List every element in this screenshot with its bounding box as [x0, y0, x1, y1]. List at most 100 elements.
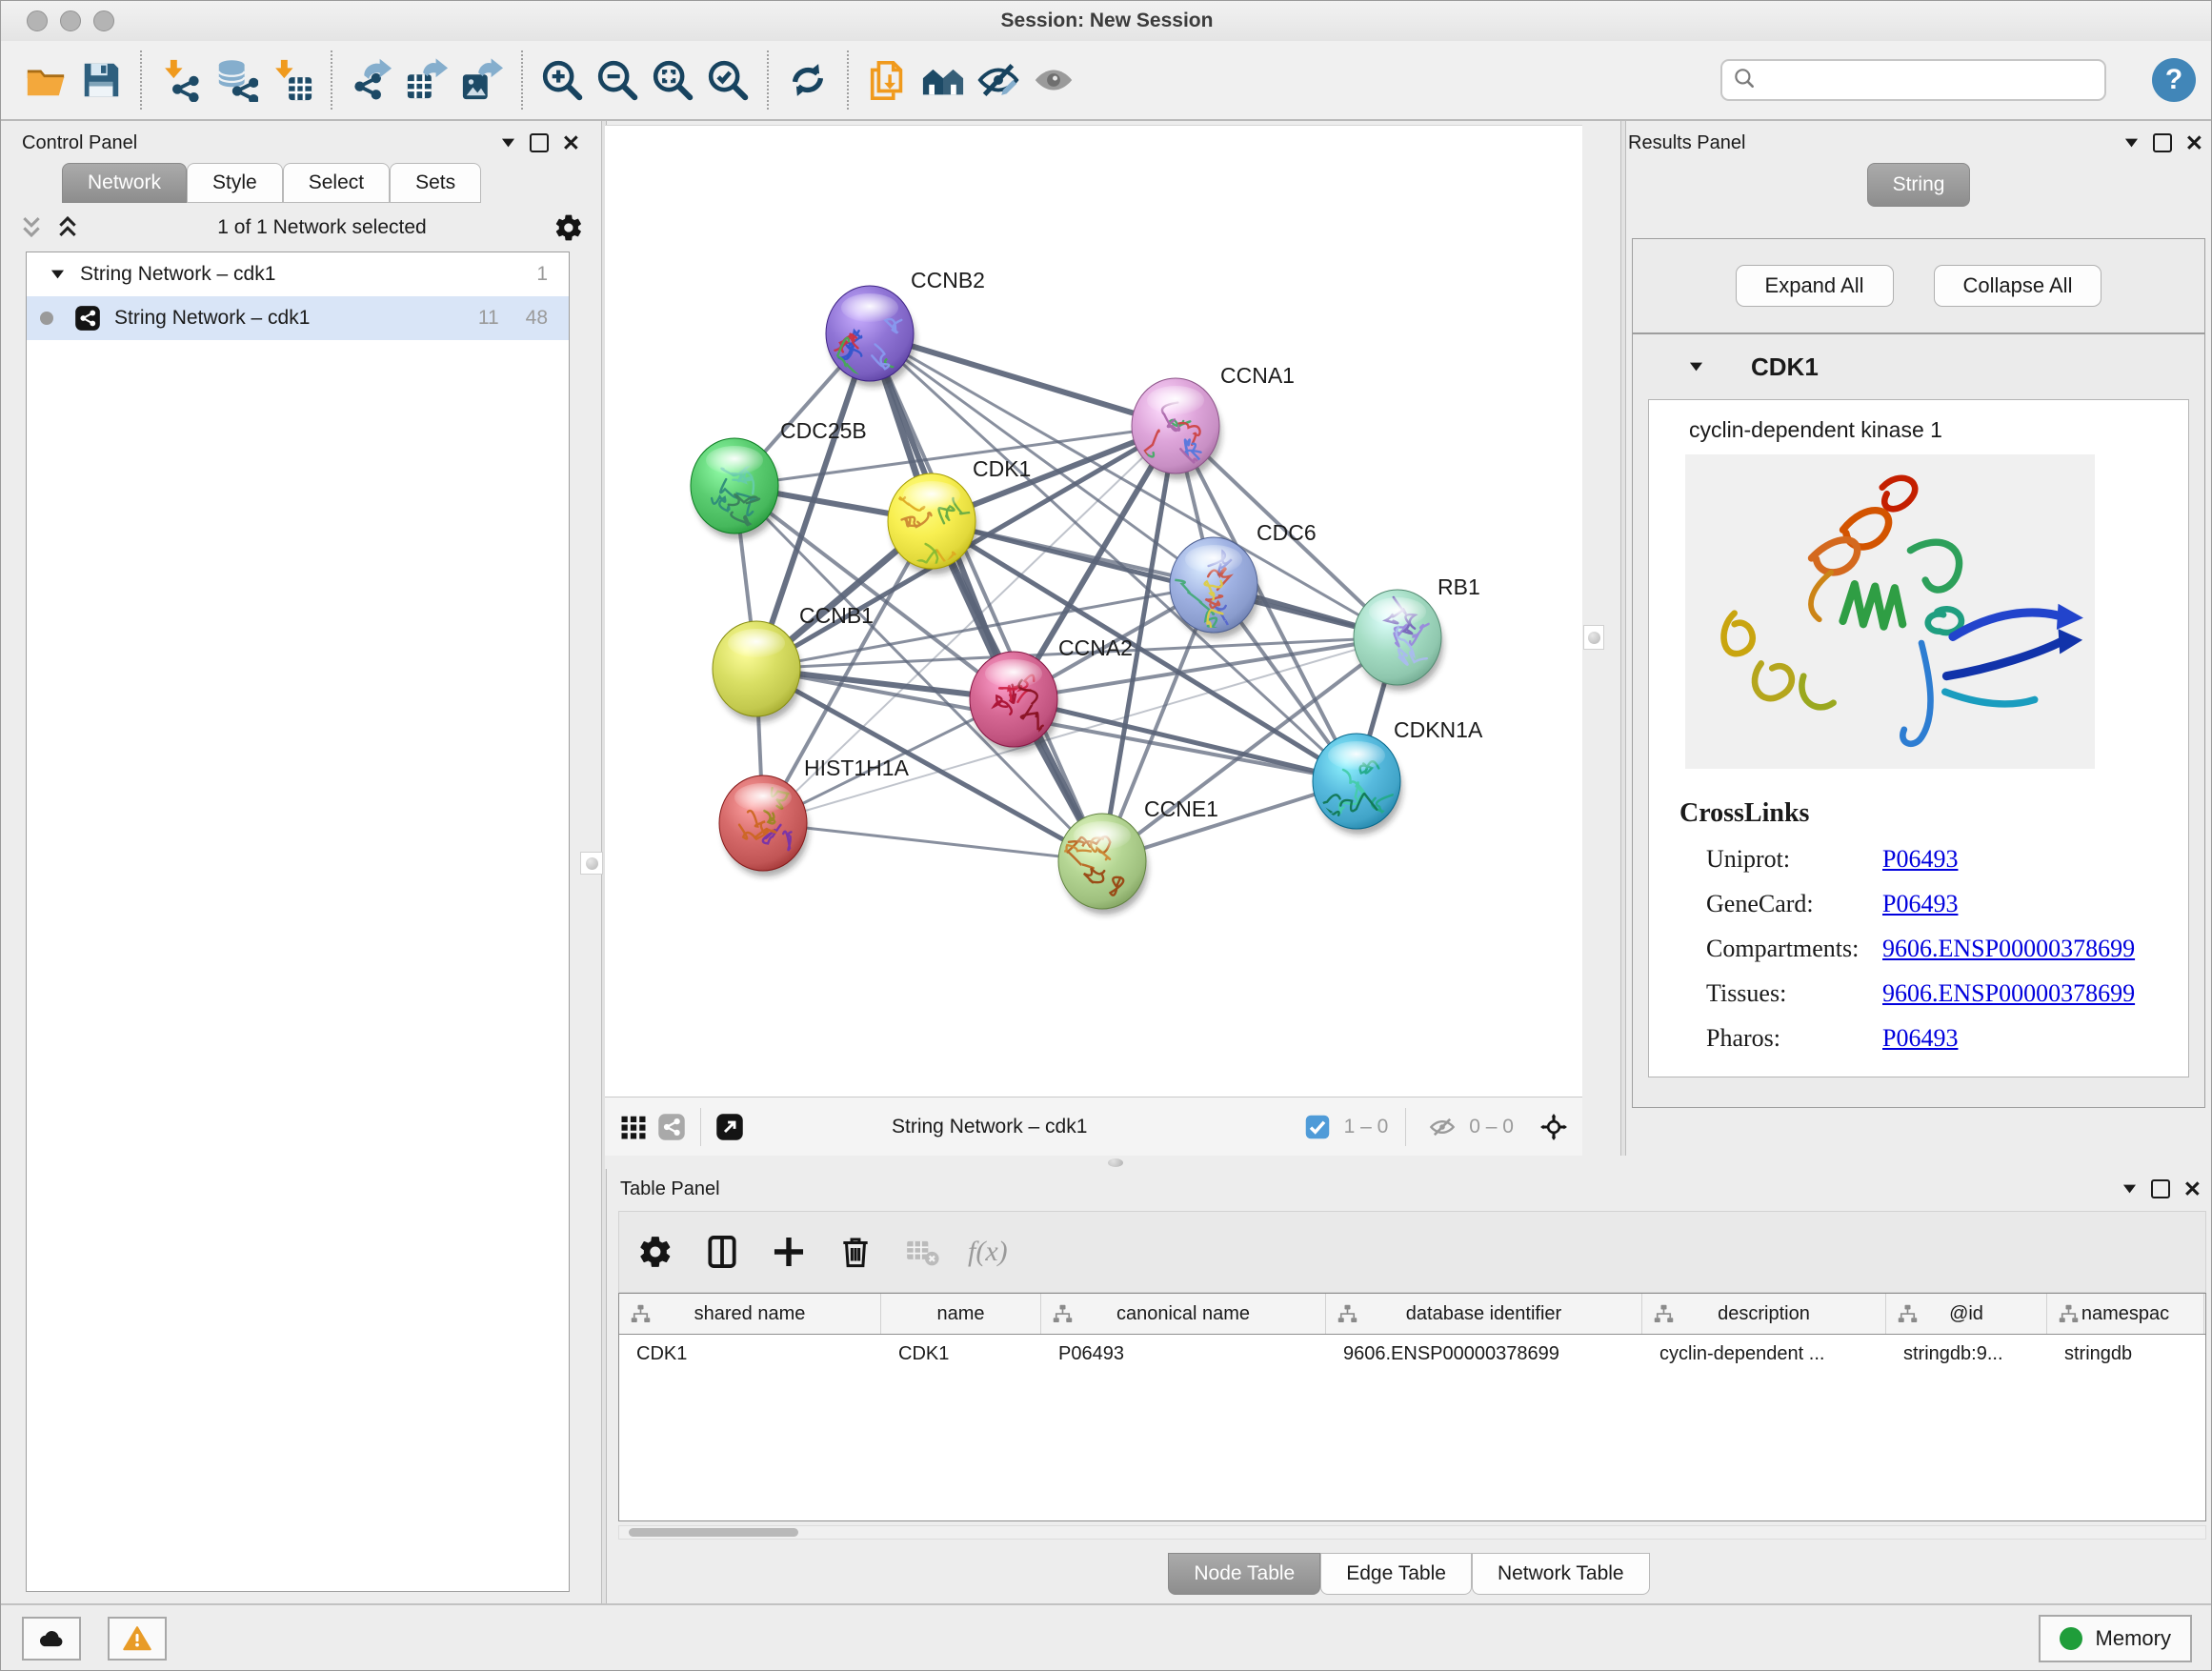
right-splitter-handle[interactable] — [1583, 625, 1604, 650]
column-header-name[interactable]: name — [881, 1294, 1041, 1334]
node-CCNB1[interactable] — [713, 621, 802, 722]
show-images-icon[interactable] — [1026, 50, 1081, 110]
collapse-all-button[interactable]: Collapse All — [1934, 265, 2102, 307]
delete-column-icon[interactable] — [835, 1231, 876, 1273]
column-header-canonical-name[interactable]: canonical name — [1041, 1294, 1326, 1334]
tab-node-table[interactable]: Node Table — [1168, 1553, 1320, 1595]
function-builder-icon[interactable]: f(x) — [968, 1236, 1008, 1268]
memory-button[interactable]: Memory — [2039, 1615, 2192, 1662]
table-cell[interactable]: 9606.ENSP00000378699 — [1326, 1335, 1642, 1373]
save-session-icon[interactable] — [73, 50, 129, 110]
column-header-id[interactable]: @id — [1886, 1294, 2047, 1334]
zoom-out-icon[interactable] — [590, 50, 645, 110]
grid-view-icon[interactable] — [614, 1108, 653, 1146]
tab-select[interactable]: Select — [283, 163, 390, 203]
network-collection-row[interactable]: String Network – cdk1 1 — [27, 252, 569, 296]
panel-menu-icon[interactable] — [2122, 1183, 2138, 1195]
string-home-icon[interactable] — [915, 50, 971, 110]
scrollbar-thumb[interactable] — [629, 1528, 798, 1537]
import-table-icon[interactable] — [264, 50, 319, 110]
zoom-selected-icon[interactable] — [700, 50, 755, 110]
import-database-icon[interactable] — [209, 50, 264, 110]
tab-sets[interactable]: Sets — [390, 163, 481, 203]
network-options-gear-icon[interactable] — [553, 212, 584, 243]
edge-HIST1H1A-CCNE1[interactable] — [763, 823, 1102, 861]
table-horizontal-scrollbar[interactable] — [618, 1525, 2206, 1540]
open-session-icon[interactable] — [18, 50, 73, 110]
import-network-icon[interactable] — [153, 50, 209, 110]
warning-icon[interactable] — [108, 1617, 167, 1661]
export-image-icon[interactable] — [454, 50, 510, 110]
tab-edge-table[interactable]: Edge Table — [1320, 1553, 1472, 1595]
zoom-in-icon[interactable] — [534, 50, 590, 110]
panel-float-icon[interactable] — [530, 133, 549, 152]
table-cell[interactable]: stringdb:9... — [1886, 1335, 2047, 1373]
node-CDKN1A[interactable] — [1313, 734, 1403, 835]
export-network-icon[interactable] — [344, 50, 399, 110]
table-cell[interactable]: CDK1 — [881, 1335, 1041, 1373]
table-cell[interactable]: cyclin-dependent ... — [1642, 1335, 1886, 1373]
node-RB1[interactable] — [1354, 590, 1443, 691]
column-header-description[interactable]: description — [1642, 1294, 1886, 1334]
tab-network[interactable]: Network — [62, 163, 187, 203]
protein-section-header[interactable]: CDK1 — [1633, 334, 2204, 399]
left-splitter-handle[interactable] — [580, 852, 603, 875]
protein-name: CDK1 — [1751, 352, 1819, 382]
add-column-icon[interactable] — [768, 1231, 810, 1273]
edge-CCNB2-CCNA1[interactable] — [870, 333, 1176, 426]
crosslink-link[interactable]: 9606.ENSP00000378699 — [1882, 979, 2135, 1008]
edge-CDK1-RB1[interactable] — [932, 521, 1398, 637]
tab-network-table[interactable]: Network Table — [1472, 1553, 1650, 1595]
horizontal-splitter[interactable] — [605, 1156, 2212, 1169]
duplicate-session-icon[interactable] — [860, 50, 915, 110]
node-label-CCNE1: CCNE1 — [1144, 796, 1218, 821]
search-input[interactable] — [1764, 69, 2095, 92]
node-CCNB2[interactable] — [826, 286, 915, 387]
birds-eye-view-icon[interactable] — [1535, 1108, 1573, 1146]
network-canvas[interactable]: CCNB2CCNA1CDC25BCDK1CDC6RB1CCNB1CCNA2CDK… — [605, 125, 1582, 1097]
hide-style-icon[interactable] — [971, 50, 1026, 110]
expand-all-button[interactable]: Expand All — [1736, 265, 1894, 307]
panel-close-icon[interactable]: ✕ — [2183, 1181, 2202, 1197]
node-CCNE1[interactable] — [1047, 814, 1148, 915]
crosslink-link[interactable]: P06493 — [1882, 890, 1958, 918]
panel-close-icon[interactable]: ✕ — [562, 135, 580, 151]
detach-view-icon[interactable] — [711, 1108, 749, 1146]
gear-icon[interactable] — [634, 1231, 676, 1273]
node-CCNA2[interactable] — [970, 652, 1059, 753]
column-header-namespac[interactable]: namespac — [2047, 1294, 2204, 1334]
split-columns-icon[interactable] — [701, 1231, 743, 1273]
table-cell[interactable]: P06493 — [1041, 1335, 1326, 1373]
node-CDC25B[interactable] — [691, 438, 780, 539]
tab-style[interactable]: Style — [187, 163, 283, 203]
crosslink-link[interactable]: P06493 — [1882, 1024, 1958, 1053]
crosslink-link[interactable]: 9606.ENSP00000378699 — [1882, 935, 2135, 963]
cloud-icon[interactable] — [22, 1617, 81, 1661]
expand-all-networks-icon[interactable] — [54, 213, 83, 242]
panel-float-icon[interactable] — [2151, 1179, 2170, 1198]
search-box[interactable] — [1720, 59, 2106, 101]
collapse-all-networks-icon[interactable] — [18, 213, 47, 242]
table-row[interactable]: CDK1CDK1P064939606.ENSP00000378699cyclin… — [619, 1335, 2205, 1373]
panel-close-icon[interactable]: ✕ — [2185, 135, 2203, 151]
delete-table-icon[interactable] — [901, 1231, 943, 1273]
column-header-shared-name[interactable]: shared name — [619, 1294, 881, 1334]
crosslink-link[interactable]: P06493 — [1882, 845, 1958, 874]
network-share-icon[interactable] — [653, 1108, 691, 1146]
table-cell[interactable]: stringdb — [2047, 1335, 2204, 1373]
column-header-database-identifier[interactable]: database identifier — [1326, 1294, 1642, 1334]
zoom-fit-icon[interactable] — [645, 50, 700, 110]
apply-layout-icon[interactable] — [780, 50, 835, 110]
tab-string[interactable]: String — [1867, 163, 1971, 207]
export-table-icon[interactable] — [399, 50, 454, 110]
panel-menu-icon[interactable] — [500, 137, 516, 149]
panel-menu-icon[interactable] — [2123, 137, 2140, 149]
selected-checkbox-icon[interactable] — [1298, 1108, 1337, 1146]
collapse-section-icon[interactable] — [1688, 361, 1707, 372]
help-icon[interactable]: ? — [2152, 58, 2196, 102]
panel-float-icon[interactable] — [2153, 133, 2172, 152]
collapse-collection-icon[interactable] — [50, 269, 69, 280]
node-HIST1H1A[interactable] — [719, 775, 809, 876]
network-row-selected[interactable]: String Network – cdk1 11 48 — [27, 296, 569, 340]
table-cell[interactable]: CDK1 — [619, 1335, 881, 1373]
